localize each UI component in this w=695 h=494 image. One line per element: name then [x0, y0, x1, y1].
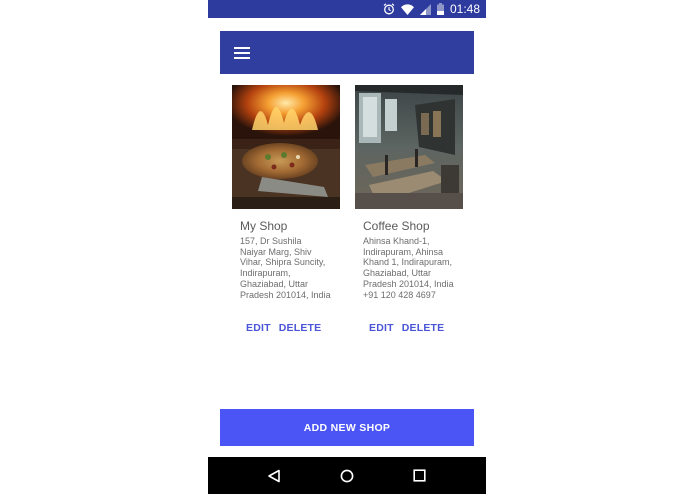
status-bar: 01:48 [208, 0, 486, 18]
shop-card: Coffee Shop Ahinsa Khand-1, Indirapuram,… [355, 85, 463, 334]
phone-screen: 01:48 My Shop 157, Dr Sushila Naiyar Mar… [208, 0, 486, 494]
battery-icon [436, 3, 444, 15]
delete-button[interactable]: DELETE [279, 322, 322, 334]
recents-icon[interactable] [410, 466, 430, 486]
app-toolbar [220, 31, 474, 74]
pizza-oven-photo [232, 85, 340, 209]
shop-card: My Shop 157, Dr Sushila Naiyar Marg, Shi… [232, 85, 340, 334]
shop-name: My Shop [240, 219, 288, 233]
home-icon[interactable] [337, 466, 357, 486]
signal-icon [419, 3, 431, 15]
cafe-interior-photo [355, 85, 463, 209]
wifi-icon [400, 3, 414, 15]
edit-button[interactable]: EDIT [246, 322, 271, 334]
edit-button[interactable]: EDIT [369, 322, 394, 334]
shop-name: Coffee Shop [363, 219, 430, 233]
shop-address: Ahinsa Khand-1, Indirapuram, Ahinsa Khan… [363, 236, 454, 300]
alarm-icon [383, 3, 395, 15]
add-new-shop-button[interactable]: ADD NEW SHOP [220, 409, 474, 446]
delete-button[interactable]: DELETE [402, 322, 445, 334]
hamburger-menu-icon[interactable] [234, 46, 250, 59]
shop-address: 157, Dr Sushila Naiyar Marg, Shiv Vihar,… [240, 236, 331, 300]
android-nav-bar [208, 457, 486, 494]
status-time: 01:48 [449, 2, 480, 16]
back-icon[interactable] [264, 466, 284, 486]
